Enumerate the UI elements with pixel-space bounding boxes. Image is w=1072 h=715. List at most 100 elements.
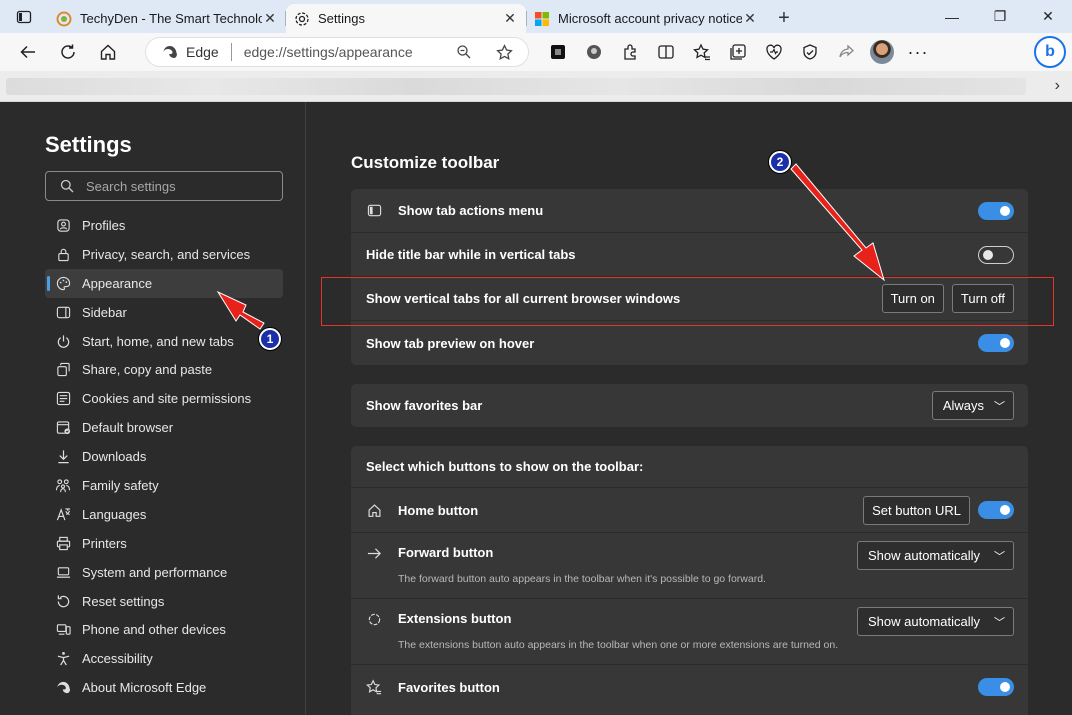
favorites-icon[interactable] (684, 33, 720, 71)
turn-on-button[interactable]: Turn on (881, 284, 944, 313)
sidebar-item-label: Start, home, and new tabs (82, 333, 234, 349)
sidebar-item-sidebar[interactable]: Sidebar (45, 298, 283, 327)
toolbar-buttons-card: Select which buttons to show on the tool… (351, 446, 1028, 715)
chevron-down-icon: ﹀ (994, 400, 1005, 413)
row-label: Extensions button (398, 611, 512, 626)
close-icon[interactable]: ✕ (262, 10, 278, 27)
sidebar-item-label: Appearance (82, 275, 153, 291)
tab-privacy-notice[interactable]: Microsoft account privacy notice ✕ (526, 4, 766, 33)
search-box[interactable] (45, 171, 283, 201)
minimize-button[interactable]: — (928, 0, 976, 33)
phone-icon (55, 622, 71, 638)
sidebar-item-default-browser[interactable]: Default browser (45, 413, 283, 442)
select-value: Show automatically (868, 614, 980, 629)
laptop-icon (55, 564, 71, 580)
home-button-toggle[interactable] (978, 501, 1014, 519)
tab-title: TechyDen - The Smart Technolog (80, 11, 262, 26)
row-extensions-button: Extensions button The extensions button … (351, 599, 1028, 665)
sidebar-item-downloads[interactable]: Downloads (45, 442, 283, 471)
row-tab-actions-menu: Show tab actions menu (351, 189, 1028, 233)
split-screen-icon[interactable] (648, 33, 684, 71)
bing-chat-button[interactable]: b (1034, 36, 1066, 68)
chevron-down-icon: ﹀ (994, 550, 1005, 563)
sidebar-item-label: Default browser (82, 420, 174, 436)
sidebar-item-printers[interactable]: Printers (45, 529, 283, 558)
extension-round-icon[interactable] (576, 33, 612, 71)
sidebar-item-start-home[interactable]: Start, home, and new tabs (45, 327, 283, 356)
star-icon[interactable] (496, 44, 513, 61)
avatar (870, 40, 894, 64)
step-badge-2: 2 (769, 151, 791, 173)
search-input[interactable] (86, 178, 276, 194)
profile-icon (55, 217, 71, 233)
puzzle-icon (366, 611, 382, 627)
extensions-button-select[interactable]: Show automatically ﹀ (857, 607, 1014, 636)
zoom-icon[interactable] (456, 44, 472, 60)
sidebar-item-accessibility[interactable]: Accessibility (45, 644, 283, 673)
extension-dark-icon[interactable] (540, 33, 576, 71)
chevron-right-icon[interactable]: › (1055, 77, 1060, 95)
page-title: Settings (45, 132, 132, 157)
sidebar-item-cookies[interactable]: Cookies and site permissions (45, 384, 283, 413)
sidebar-item-reset[interactable]: Reset settings (45, 587, 283, 616)
turn-off-button[interactable]: Turn off (951, 284, 1014, 313)
sidebar-item-phone[interactable]: Phone and other devices (45, 615, 283, 644)
close-window-button[interactable]: ✕ (1024, 0, 1072, 33)
favorites-icon (366, 679, 382, 695)
tab-settings[interactable]: Settings ✕ (286, 4, 526, 33)
browser-essentials-icon[interactable] (756, 33, 792, 71)
ellipsis-icon: ··· (907, 41, 929, 62)
sidebar-item-system[interactable]: System and performance (45, 558, 283, 587)
sidebar-item-share-copy[interactable]: Share, copy and paste (45, 355, 283, 384)
collections-icon[interactable] (720, 33, 756, 71)
select-value: Always (942, 398, 984, 413)
tab-actions-toggle[interactable] (978, 201, 1014, 220)
row-favorites-button: Favorites button (351, 665, 1028, 709)
tab-strip: TechyDen - The Smart Technolog ✕ Setting… (0, 0, 1072, 33)
sidebar-item-languages[interactable]: Languages (45, 500, 283, 529)
home-button[interactable] (88, 33, 128, 71)
sidebar-item-privacy[interactable]: Privacy, search, and services (45, 240, 283, 269)
extensions-icon[interactable] (612, 33, 648, 71)
edge-icon (163, 46, 177, 58)
share-icon (55, 362, 71, 378)
more-options-button[interactable]: ··· (900, 33, 936, 71)
set-button-url-button[interactable]: Set button URL (863, 495, 970, 525)
sidebar-item-about[interactable]: About Microsoft Edge (45, 673, 283, 702)
sidebar-item-label: Share, copy and paste (82, 362, 213, 378)
site-label: Edge (186, 44, 219, 60)
gear-icon (294, 11, 310, 27)
row-label: Show tab actions menu (398, 203, 544, 218)
performance-icon[interactable] (792, 33, 828, 71)
home-icon (100, 44, 116, 60)
row-label: Select which buttons to show on the tool… (366, 459, 644, 474)
share-icon[interactable] (828, 33, 864, 71)
close-icon[interactable]: ✕ (502, 10, 518, 27)
favorites-button-toggle[interactable] (978, 678, 1014, 696)
lock-icon (55, 246, 71, 262)
forward-button-select[interactable]: Show automatically ﹀ (857, 541, 1014, 570)
back-button[interactable] (8, 33, 48, 71)
step-badge-1: 1 (259, 328, 281, 350)
power-icon (55, 333, 71, 349)
tab-techyden[interactable]: TechyDen - The Smart Technolog ✕ (48, 4, 286, 33)
row-tab-preview: Show tab preview on hover (351, 321, 1028, 365)
sidebar-item-appearance[interactable]: Appearance (45, 268, 283, 298)
hide-title-bar-toggle[interactable] (978, 245, 1014, 264)
tab-preview-toggle[interactable] (978, 334, 1014, 352)
close-icon[interactable]: ✕ (742, 10, 758, 27)
row-label: Show tab preview on hover (366, 335, 535, 351)
blurred-favorites (6, 78, 1026, 95)
restore-button[interactable]: ❐ (976, 0, 1024, 33)
refresh-button[interactable] (48, 33, 88, 71)
sidebar-item-label: Cookies and site permissions (82, 391, 252, 407)
sidebar-item-family-safety[interactable]: Family safety (45, 471, 283, 500)
sidebar-item-profiles[interactable]: Profiles (45, 211, 283, 240)
profile-avatar[interactable] (864, 33, 900, 71)
address-bar[interactable]: Edge edge://settings/appearance (145, 37, 529, 67)
favorites-bar-select[interactable]: Always ﹀ (931, 391, 1014, 420)
sidebar-item-label: About Microsoft Edge (82, 680, 207, 696)
tab-actions-button[interactable] (0, 0, 48, 33)
new-tab-button[interactable]: + (766, 4, 802, 33)
sidebar-icon (55, 304, 71, 320)
